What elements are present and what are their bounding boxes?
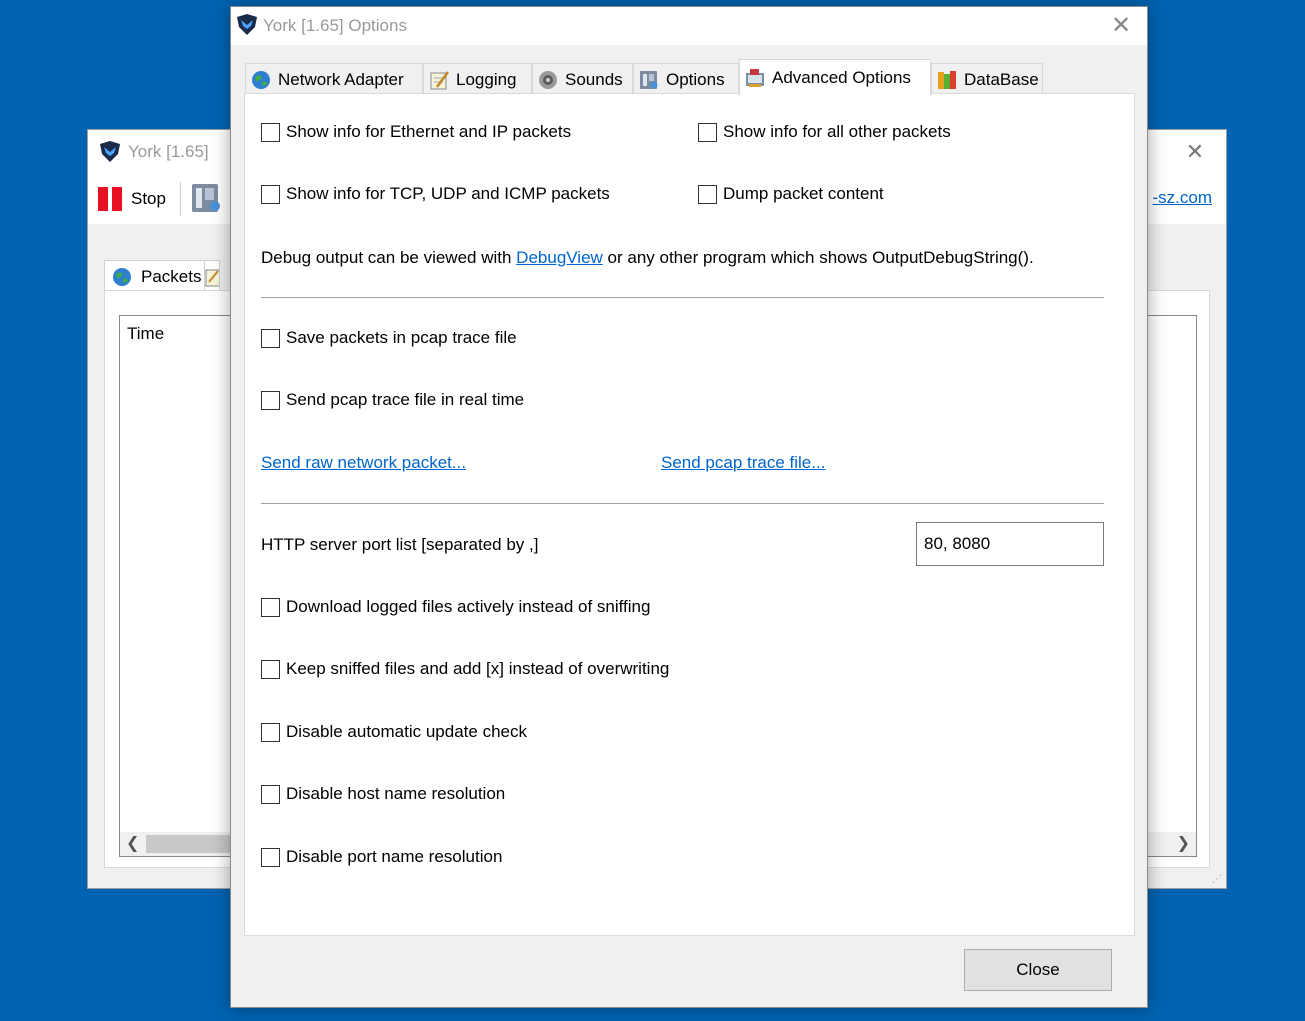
tab-sounds[interactable]: Sounds xyxy=(532,63,633,95)
tab-label: DataBase xyxy=(964,69,1039,89)
resize-grip-icon[interactable]: ⋰ xyxy=(1212,874,1224,886)
checkbox[interactable] xyxy=(261,659,280,679)
check-label: Disable automatic update check xyxy=(286,722,527,741)
tab-label: Logging xyxy=(456,69,517,89)
send-pcap-file-link[interactable]: Send pcap trace file... xyxy=(661,453,825,473)
app-logo-icon xyxy=(237,14,257,35)
check-label: Save packets in pcap trace file xyxy=(286,328,517,347)
globe-icon xyxy=(113,267,131,286)
stop-label: Stop xyxy=(131,189,166,208)
speaker-icon xyxy=(539,70,557,89)
debugview-link[interactable]: DebugView xyxy=(516,248,603,267)
scroll-right-icon[interactable]: ❯ xyxy=(1172,832,1190,856)
check-label: Show info for Ethernet and IP packets xyxy=(286,122,572,141)
check-all-other-packets[interactable]: Show info for all other packets xyxy=(698,121,951,143)
check-download-actively[interactable]: Download logged files actively instead o… xyxy=(261,596,650,618)
http-port-label: HTTP server port list [separated by ,] xyxy=(261,535,539,554)
tab-options[interactable]: Options xyxy=(633,63,739,95)
check-label: Disable host name resolution xyxy=(286,784,506,803)
options-icon xyxy=(640,70,658,89)
check-label: Send pcap trace file in real time xyxy=(286,390,525,409)
notepad-icon xyxy=(430,70,450,89)
tab-label: Options xyxy=(666,69,725,89)
dialog-titlebar: York [1.65] Options ✕ xyxy=(231,7,1147,45)
toolbar-separator xyxy=(180,182,181,216)
options-dialog: York [1.65] Options ✕ Network Adapter Lo… xyxy=(230,6,1148,1008)
checkbox[interactable] xyxy=(261,847,280,867)
stop-icon xyxy=(98,187,122,211)
check-dump-packet-content[interactable]: Dump packet content xyxy=(698,183,884,205)
separator-line xyxy=(261,297,1104,298)
main-window-title: York [1.65] xyxy=(128,142,209,161)
advanced-options-panel: Show info for Ethernet and IP packets Sh… xyxy=(244,93,1135,936)
main-tab-label: Packets xyxy=(141,266,202,286)
tab-label: Network Adapter xyxy=(278,69,404,89)
scroll-thumb[interactable] xyxy=(146,835,236,853)
main-tab-logging[interactable] xyxy=(204,260,220,292)
checkbox[interactable] xyxy=(261,184,280,204)
check-label: Disable port name resolution xyxy=(286,847,503,866)
check-label: Download logged files actively instead o… xyxy=(286,597,651,616)
checkbox[interactable] xyxy=(261,390,280,410)
column-header-time[interactable]: Time xyxy=(127,324,164,344)
tab-label: Advanced Options xyxy=(772,68,911,87)
tab-label: Sounds xyxy=(565,69,623,89)
tab-advanced-options[interactable]: Advanced Options xyxy=(739,59,931,96)
stop-button[interactable]: Stop xyxy=(98,184,166,214)
check-tcp-udp-icmp[interactable]: Show info for TCP, UDP and ICMP packets xyxy=(261,183,610,205)
main-close-icon[interactable]: ✕ xyxy=(1182,139,1208,165)
main-tab-packets[interactable]: Packets xyxy=(104,260,209,292)
debug-output-text: Debug output can be viewed with DebugVie… xyxy=(261,248,1034,268)
debug-prefix: Debug output can be viewed with xyxy=(261,248,517,267)
debug-suffix: or any other program which shows OutputD… xyxy=(602,248,1034,267)
checkbox[interactable] xyxy=(261,722,280,742)
checkbox[interactable] xyxy=(698,184,717,204)
http-port-input[interactable] xyxy=(916,522,1104,566)
close-button[interactable]: Close xyxy=(964,949,1112,991)
separator-line xyxy=(261,503,1104,504)
database-icon xyxy=(938,70,956,89)
advanced-options-icon xyxy=(746,69,764,87)
tab-network-adapter[interactable]: Network Adapter xyxy=(245,63,423,95)
checkbox[interactable] xyxy=(261,122,280,142)
checkbox[interactable] xyxy=(261,784,280,804)
check-send-pcap-realtime[interactable]: Send pcap trace file in real time xyxy=(261,389,524,411)
dialog-title: York [1.65] Options xyxy=(263,16,407,35)
check-ethernet-ip[interactable]: Show info for Ethernet and IP packets xyxy=(261,121,571,143)
check-label: Show info for all other packets xyxy=(723,122,951,141)
dialog-close-icon[interactable]: ✕ xyxy=(1107,12,1135,40)
send-raw-packet-link[interactable]: Send raw network packet... xyxy=(261,453,466,473)
check-disable-port-resolution[interactable]: Disable port name resolution xyxy=(261,846,502,868)
check-label: Dump packet content xyxy=(723,184,884,203)
check-keep-sniffed-files[interactable]: Keep sniffed files and add [x] instead o… xyxy=(261,658,669,680)
checkbox[interactable] xyxy=(261,328,280,348)
check-label: Show info for TCP, UDP and ICMP packets xyxy=(286,184,610,203)
options-toolbar-icon[interactable] xyxy=(188,180,224,216)
notepad-icon xyxy=(205,269,219,286)
checkbox[interactable] xyxy=(261,597,280,617)
app-logo-icon xyxy=(100,141,120,162)
check-disable-host-resolution[interactable]: Disable host name resolution xyxy=(261,783,505,805)
checkbox[interactable] xyxy=(698,122,717,142)
tab-database[interactable]: DataBase xyxy=(931,63,1043,95)
globe-icon xyxy=(252,70,270,89)
dialog-tabs: Network Adapter Logging Sounds Options A… xyxy=(245,59,1135,96)
main-website-link[interactable]: -sz.com xyxy=(1153,188,1213,208)
check-label: Keep sniffed files and add [x] instead o… xyxy=(286,659,670,678)
tab-logging[interactable]: Logging xyxy=(423,63,532,95)
scroll-left-icon[interactable]: ❮ xyxy=(126,832,144,856)
check-disable-update[interactable]: Disable automatic update check xyxy=(261,721,527,743)
check-save-pcap[interactable]: Save packets in pcap trace file xyxy=(261,327,517,349)
